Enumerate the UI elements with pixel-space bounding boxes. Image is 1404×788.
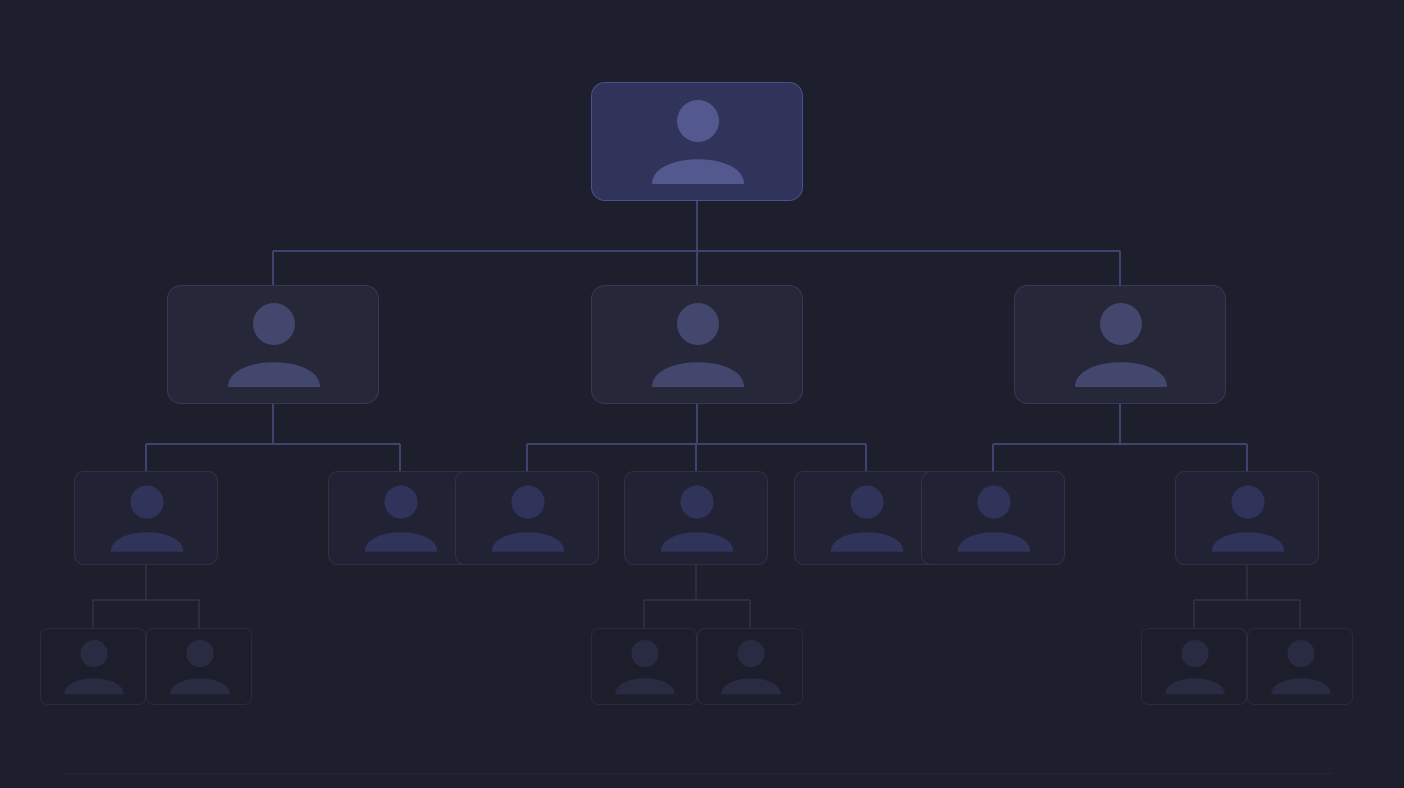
org-node-junior[interactable] (1141, 628, 1247, 705)
avatar-body (170, 678, 230, 695)
org-node-root[interactable] (591, 82, 803, 201)
person-silhouette-icon (228, 303, 320, 387)
person-silhouette-icon (660, 485, 734, 552)
person-silhouette-icon (110, 485, 184, 552)
avatar-body (491, 532, 565, 552)
org-node-junior[interactable] (591, 628, 697, 705)
org-node-manager[interactable] (1014, 285, 1226, 404)
person-silhouette-icon (615, 640, 675, 695)
org-node-team-member[interactable] (624, 471, 768, 565)
footer-divider (62, 773, 1332, 774)
org-node-team-member[interactable] (794, 471, 938, 565)
avatar-head (631, 640, 659, 668)
person-silhouette-icon (1211, 485, 1285, 552)
avatar-body (721, 678, 781, 695)
avatar-head (384, 485, 418, 519)
avatar-body (1075, 362, 1167, 387)
avatar-body (110, 532, 184, 552)
org-node-junior[interactable] (697, 628, 803, 705)
avatar-body (957, 532, 1031, 552)
avatar-head (1231, 485, 1265, 519)
avatar-head (737, 640, 765, 668)
avatar-body (830, 532, 904, 552)
avatar-body (652, 159, 744, 184)
person-silhouette-icon (364, 485, 438, 552)
person-silhouette-icon (721, 640, 781, 695)
person-silhouette-icon (1165, 640, 1225, 695)
org-node-manager[interactable] (167, 285, 379, 404)
org-node-team-member[interactable] (328, 471, 472, 565)
avatar-body (1211, 532, 1285, 552)
org-node-junior[interactable] (146, 628, 252, 705)
avatar-body (652, 362, 744, 387)
avatar-body (1271, 678, 1331, 695)
avatar-head (850, 485, 884, 519)
avatar-body (1165, 678, 1225, 695)
person-silhouette-icon (170, 640, 230, 695)
avatar-body (615, 678, 675, 695)
avatar-head (511, 485, 545, 519)
person-silhouette-icon (652, 303, 744, 387)
org-node-team-member[interactable] (74, 471, 218, 565)
org-node-team-member[interactable] (921, 471, 1065, 565)
avatar-head (977, 485, 1011, 519)
org-node-team-member[interactable] (1175, 471, 1319, 565)
avatar-body (660, 532, 734, 552)
avatar-head (680, 485, 714, 519)
avatar-head (80, 640, 108, 668)
avatar-head (1100, 303, 1142, 345)
person-silhouette-icon (830, 485, 904, 552)
person-silhouette-icon (64, 640, 124, 695)
avatar-head (130, 485, 164, 519)
org-chart (0, 0, 1404, 788)
avatar-head (253, 303, 295, 345)
avatar-head (186, 640, 214, 668)
avatar-head (677, 100, 719, 142)
person-silhouette-icon (652, 100, 744, 184)
person-silhouette-icon (491, 485, 565, 552)
org-node-team-member[interactable] (455, 471, 599, 565)
person-silhouette-icon (957, 485, 1031, 552)
org-node-junior[interactable] (40, 628, 146, 705)
avatar-body (64, 678, 124, 695)
org-node-junior[interactable] (1247, 628, 1353, 705)
person-silhouette-icon (1271, 640, 1331, 695)
person-silhouette-icon (1075, 303, 1167, 387)
org-node-manager[interactable] (591, 285, 803, 404)
avatar-head (1287, 640, 1315, 668)
avatar-body (364, 532, 438, 552)
avatar-head (1181, 640, 1209, 668)
avatar-body (228, 362, 320, 387)
avatar-head (677, 303, 719, 345)
